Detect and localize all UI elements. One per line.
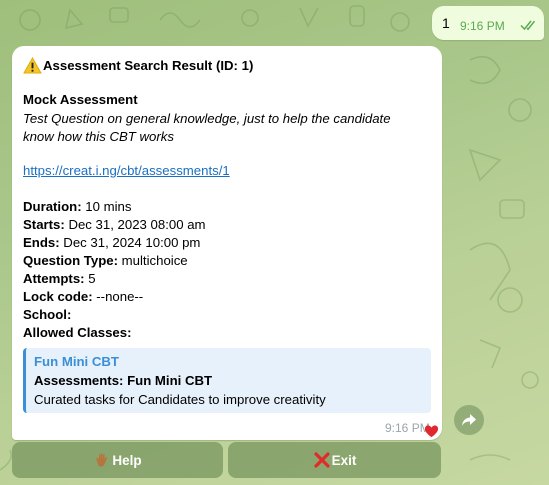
message-time: 9:16 PM <box>385 421 430 435</box>
field-ends: Ends: Dec 31, 2024 10:00 pm <box>23 235 200 250</box>
field-starts: Starts: Dec 31, 2023 08:00 am <box>23 217 206 232</box>
field-value: multichoice <box>118 253 188 268</box>
field-value: Dec 31, 2024 10:00 pm <box>59 235 201 250</box>
field-school: School: <box>23 307 71 322</box>
field-label: Ends: <box>23 235 60 250</box>
field-value: Dec 31, 2023 08:00 am <box>64 217 206 232</box>
preview-subtitle: Assessments: Fun Mini CBT <box>34 373 213 388</box>
outgoing-message-time: 9:16 PM <box>460 19 505 33</box>
field-lock-code: Lock code: --none-- <box>23 289 143 304</box>
warning-icon <box>23 57 42 74</box>
assessment-description: Test Question on general knowledge, just… <box>23 111 391 144</box>
field-label: Question Type: <box>23 253 119 268</box>
field-attempts: Attempts: 5 <box>23 271 96 286</box>
double-check-icon <box>520 20 536 31</box>
exit-button[interactable]: Exit <box>228 442 441 478</box>
share-icon <box>462 414 476 426</box>
field-label: Starts: <box>23 217 65 232</box>
outgoing-message-text: 1 <box>442 15 450 31</box>
message-title: Assessment Search Result (ID: 1) <box>43 58 254 73</box>
field-label: School: <box>23 307 72 322</box>
field-label: Duration: <box>23 199 82 214</box>
help-label: Help <box>112 452 142 468</box>
link-preview-card[interactable]: Fun Mini CBT Assessments: Fun Mini CBT C… <box>23 348 431 413</box>
message-title-row: Assessment Search Result (ID: 1) <box>23 57 253 74</box>
preview-description: Curated tasks for Candidates to improve … <box>34 392 326 407</box>
field-label: Attempts: <box>23 271 85 286</box>
assessment-name: Mock Assessment <box>23 92 138 107</box>
field-duration: Duration: 10 mins <box>23 199 131 214</box>
field-allowed-classes: Allowed Classes: <box>23 325 131 340</box>
field-value: 10 mins <box>81 199 132 214</box>
field-label: Allowed Classes: <box>23 325 132 340</box>
help-button[interactable]: Help <box>12 442 223 478</box>
preview-title: Fun Mini CBT <box>34 354 119 369</box>
assessment-link[interactable]: https://creat.i.ng/cbt/assessments/1 <box>23 163 230 178</box>
share-button[interactable] <box>454 405 484 435</box>
cross-icon <box>314 452 330 468</box>
field-label: Lock code: <box>23 289 93 304</box>
waving-hand-icon <box>96 453 108 467</box>
field-value: 5 <box>84 271 96 286</box>
field-value: --none-- <box>92 289 144 304</box>
heart-icon[interactable] <box>424 424 439 439</box>
incoming-message-bubble[interactable]: Assessment Search Result (ID: 1) Mock As… <box>12 46 442 440</box>
outgoing-message-bubble[interactable]: 1 9:16 PM <box>432 6 544 40</box>
field-question-type: Question Type: multichoice <box>23 253 188 268</box>
exit-label: Exit <box>331 452 357 468</box>
